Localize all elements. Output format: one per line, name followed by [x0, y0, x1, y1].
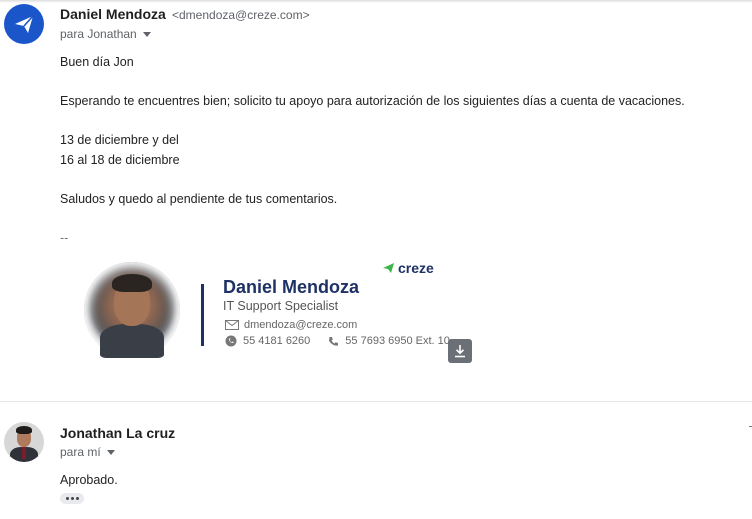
signature-email-row: dmendoza@creze.com: [225, 319, 357, 331]
recipient-dropdown[interactable]: para Jonathan: [60, 27, 151, 41]
top-shadow: [0, 0, 752, 3]
sender-email: <dmendoza@creze.com>: [172, 8, 310, 22]
ellipsis-icon: [70, 497, 74, 500]
email-signature: creze Daniel Mendoza IT Support Speciali…: [84, 258, 484, 368]
sender-avatar[interactable]: [4, 4, 44, 44]
signature-phone-1: 55 4181 6260: [243, 335, 311, 347]
logo-text: creze: [398, 260, 434, 276]
signature-divider: [201, 284, 204, 346]
body-date-line-1: 13 de diciembre y del: [60, 133, 179, 147]
reply-body: Aprobado.: [60, 473, 118, 487]
chevron-down-icon: [142, 31, 151, 37]
signature-photo: [84, 262, 180, 358]
avatar-hair: [16, 426, 32, 434]
signature-email: dmendoza@creze.com: [244, 319, 358, 331]
body-closing: Saludos y quedo al pendiente de tus come…: [60, 192, 338, 206]
chevron-down-icon: [106, 449, 115, 455]
signature-separator: --: [60, 231, 69, 245]
show-trimmed-content-button[interactable]: [60, 493, 84, 504]
download-button[interactable]: [448, 339, 472, 363]
mail-icon: [225, 320, 239, 330]
paper-plane-icon: [15, 15, 34, 33]
reply-recipient-label: para mí: [60, 445, 101, 459]
message-divider: [0, 401, 752, 402]
recipient-label: para Jonathan: [60, 27, 137, 41]
company-logo: creze: [382, 260, 434, 276]
phone-icon: [329, 336, 339, 346]
signature-name: Daniel Mendoza: [223, 277, 360, 297]
signature-phone-2: 55 7693 6950 Ext. 10: [345, 335, 450, 347]
body-greeting: Buen día Jon: [60, 55, 134, 69]
ellipsis-icon: [75, 497, 79, 500]
body-request: Esperando te encuentres bien; solicito t…: [60, 94, 685, 108]
signature-title: IT Support Specialist: [223, 299, 339, 313]
photo-shirt: [100, 324, 164, 358]
sender-name: Daniel Mendoza: [60, 6, 166, 22]
creze-logo-icon: [383, 263, 394, 273]
reply-sender-avatar[interactable]: [4, 422, 44, 462]
signature-phone-row: 55 4181 6260 55 7693 6950 Ext. 10: [225, 335, 450, 347]
reply-sender-name: Jonathan La cruz: [60, 425, 176, 441]
avatar-tie: [22, 447, 26, 459]
body-date-line-2: 16 al 18 de diciembre: [60, 153, 180, 167]
photo-hair: [112, 274, 152, 292]
ellipsis-icon: [65, 497, 69, 500]
reply-recipient-dropdown[interactable]: para mí: [60, 445, 115, 459]
whatsapp-icon: [225, 335, 237, 347]
download-icon: [455, 345, 465, 358]
